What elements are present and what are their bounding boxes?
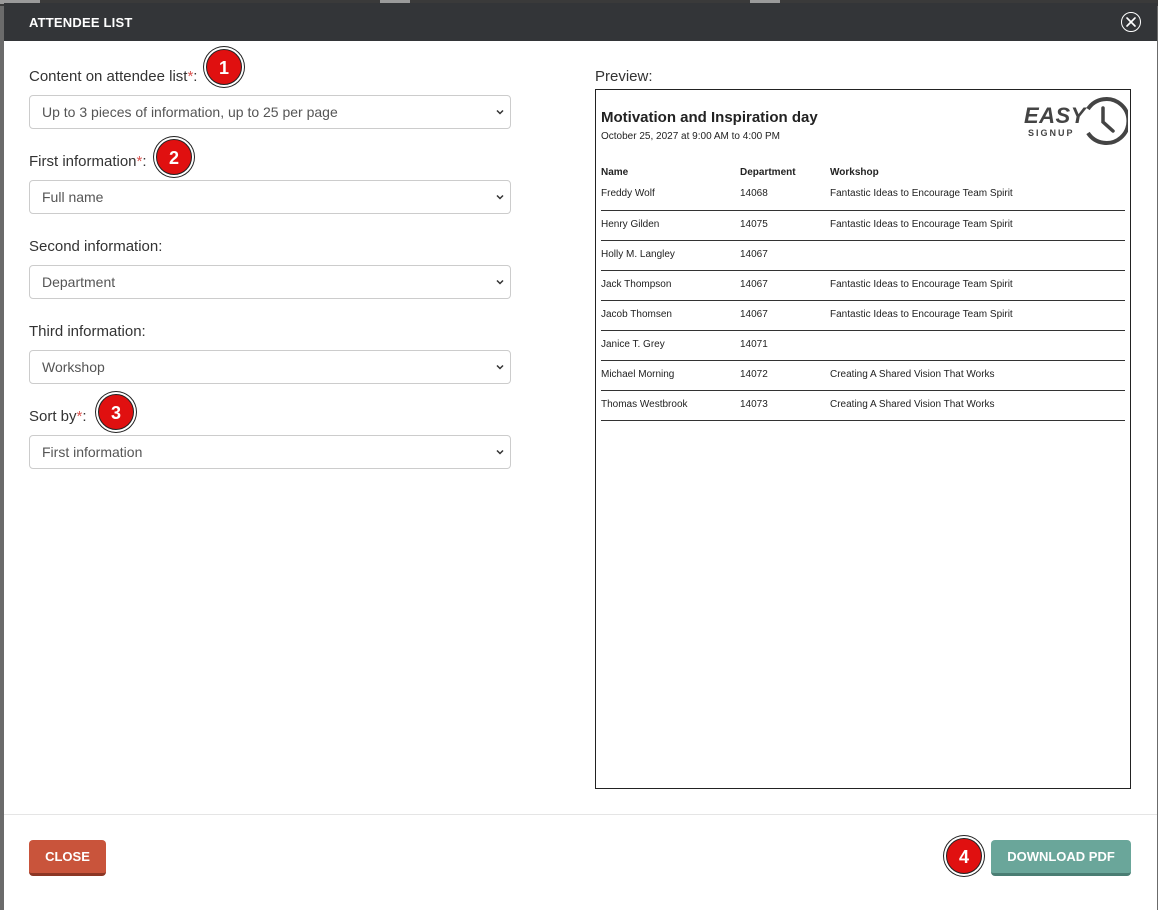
chevron-down-icon (496, 279, 504, 285)
preview-event-date: October 25, 2027 at 9:00 AM to 4:00 PM (601, 131, 780, 142)
download-pdf-button[interactable]: DOWNLOAD PDF (991, 840, 1131, 876)
logo-text-signup: SIGNUP (1028, 128, 1075, 138)
cell-department: 14067 (740, 249, 768, 260)
modal-title: ATTENDEE LIST (29, 15, 133, 30)
second-info-select[interactable]: Department (29, 265, 511, 299)
cell-department: 14071 (740, 339, 768, 350)
cell-workshop: Fantastic Ideas to Encourage Team Spirit (830, 279, 1013, 290)
preview-label: Preview: (595, 68, 653, 85)
label-colon: : (193, 68, 198, 85)
step-badge-2: 2 (156, 139, 192, 175)
cell-department: 14067 (740, 309, 768, 320)
label-colon: : (82, 408, 87, 425)
cell-workshop: Fantastic Ideas to Encourage Team Spirit (830, 188, 1013, 199)
content-label-text: Content on attendee list (29, 68, 188, 85)
preview-col-name: Name (601, 167, 629, 178)
cell-workshop: Creating A Shared Vision That Works (830, 369, 995, 380)
preview-col-workshop: Workshop (830, 167, 879, 178)
table-row: Michael Morning 14072 Creating A Shared … (601, 361, 1125, 391)
first-info-label: First information*: (29, 153, 147, 170)
close-button[interactable]: CLOSE (29, 840, 106, 876)
first-info-select-value: Full name (42, 189, 104, 205)
cell-name: Thomas Westbrook (601, 399, 688, 410)
cell-department: 14073 (740, 399, 768, 410)
cell-name: Holly M. Langley (601, 249, 675, 260)
third-info-label: Third information: (29, 323, 146, 340)
cell-department: 14068 (740, 188, 768, 199)
content-select[interactable]: Up to 3 pieces of information, up to 25 … (29, 95, 511, 129)
cell-department: 14072 (740, 369, 768, 380)
third-info-select-value: Workshop (42, 359, 105, 375)
first-info-select[interactable]: Full name (29, 180, 511, 214)
cell-name: Jacob Thomsen (601, 309, 672, 320)
cell-workshop: Fantastic Ideas to Encourage Team Spirit (830, 219, 1013, 230)
table-row: Thomas Westbrook 14073 Creating A Shared… (601, 391, 1125, 421)
cell-workshop: Creating A Shared Vision That Works (830, 399, 995, 410)
table-row: Jacob Thomsen 14067 Fantastic Ideas to E… (601, 301, 1125, 331)
sort-by-label-text: Sort by (29, 408, 77, 425)
attendee-list-modal: ATTENDEE LIST Content on attendee list*:… (4, 3, 1157, 910)
content-select-value: Up to 3 pieces of information, up to 25 … (42, 104, 338, 120)
cell-name: Michael Morning (601, 369, 675, 380)
label-colon: : (142, 153, 147, 170)
second-info-label: Second information: (29, 238, 163, 255)
step-badge-1: 1 (206, 49, 242, 85)
third-info-select[interactable]: Workshop (29, 350, 511, 384)
step-badge-4: 4 (946, 838, 982, 874)
step-badge-3: 3 (98, 394, 134, 430)
table-row: Jack Thompson 14067 Fantastic Ideas to E… (601, 271, 1125, 301)
table-row: Freddy Wolf 14068 Fantastic Ideas to Enc… (601, 181, 1125, 211)
first-info-label-text: First information (29, 153, 137, 170)
preview-pane: Motivation and Inspiration day October 2… (595, 89, 1131, 789)
table-row: Henry Gilden 14075 Fantastic Ideas to En… (601, 211, 1125, 241)
preview-event-title: Motivation and Inspiration day (601, 109, 818, 126)
cell-workshop: Fantastic Ideas to Encourage Team Spirit (830, 309, 1013, 320)
close-icon[interactable] (1121, 12, 1141, 32)
table-row: Holly M. Langley 14067 (601, 241, 1125, 271)
second-info-select-value: Department (42, 274, 116, 290)
chevron-down-icon (496, 364, 504, 370)
chevron-down-icon (496, 109, 504, 115)
cell-name: Jack Thompson (601, 279, 672, 290)
cell-name: Henry Gilden (601, 219, 660, 230)
easy-signup-logo: EASY SIGNUP (1024, 95, 1128, 147)
cell-department: 14067 (740, 279, 768, 290)
table-row: Janice T. Grey 14071 (601, 331, 1125, 361)
preview-col-department: Department (740, 167, 796, 178)
sort-by-label: Sort by*: (29, 408, 87, 425)
content-label: Content on attendee list*: (29, 68, 197, 85)
cell-name: Janice T. Grey (601, 339, 665, 350)
clock-icon (1086, 97, 1128, 145)
chevron-down-icon (496, 449, 504, 455)
cell-department: 14075 (740, 219, 768, 230)
modal-header: ATTENDEE LIST (4, 3, 1157, 41)
cell-name: Freddy Wolf (601, 188, 655, 199)
sort-by-select[interactable]: First information (29, 435, 511, 469)
sort-by-select-value: First information (42, 444, 143, 460)
footer-divider (4, 814, 1157, 815)
chevron-down-icon (496, 194, 504, 200)
